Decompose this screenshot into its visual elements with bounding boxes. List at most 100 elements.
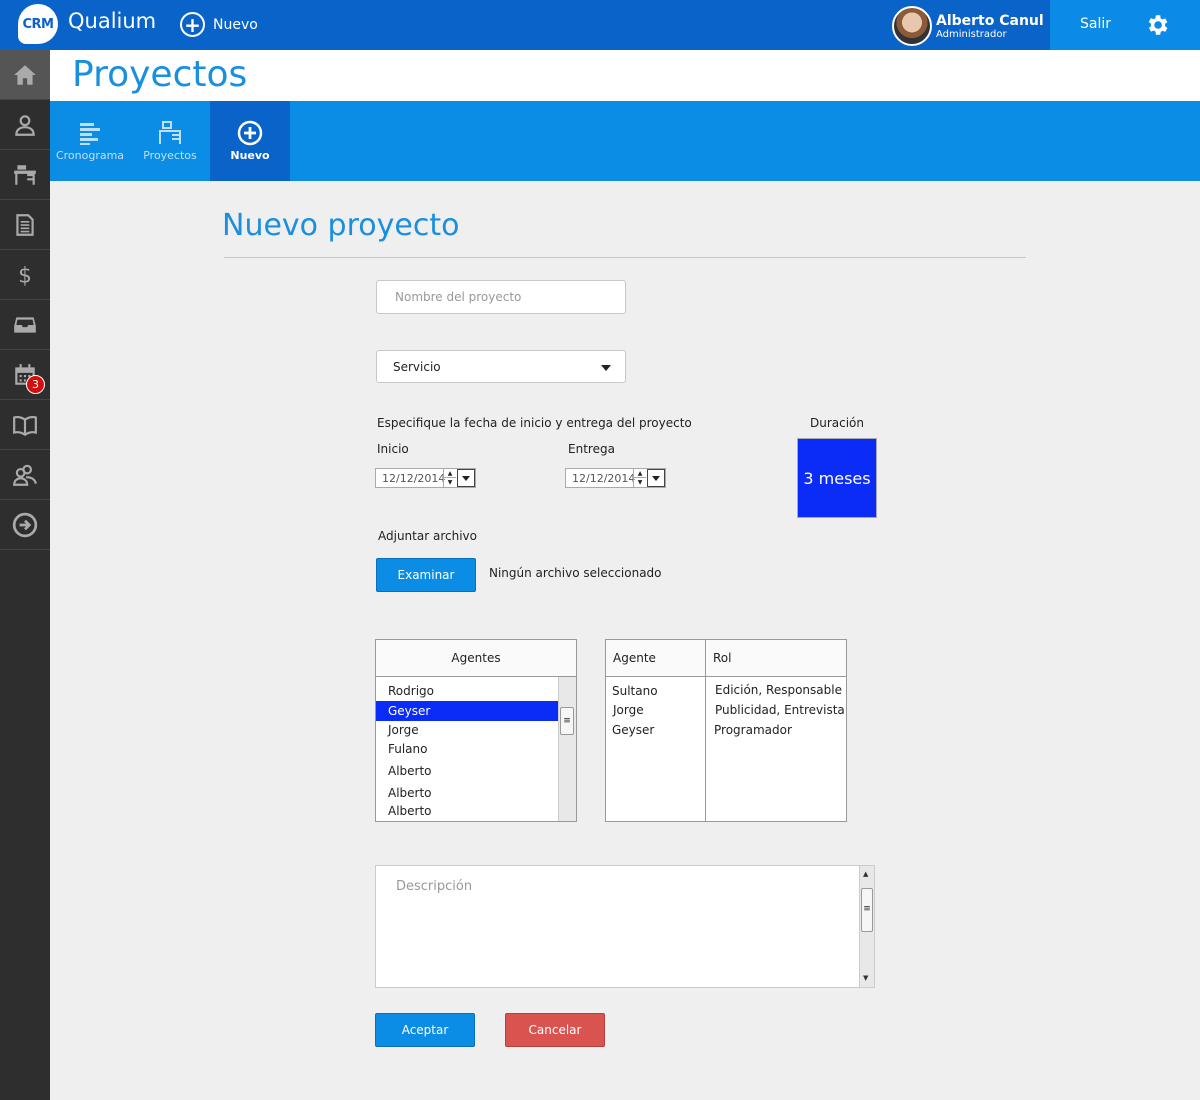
sidebar-item-documents[interactable] (0, 200, 50, 250)
top-new-label: Nuevo (213, 16, 258, 33)
page-header: Proyectos (50, 50, 1200, 101)
scroll-up-icon[interactable]: ▲ (863, 870, 868, 878)
start-date-label: Inicio (377, 442, 409, 456)
description-scrollbar[interactable]: ▲ ≡ ▼ (859, 866, 874, 987)
service-select-value: Servicio (393, 359, 441, 374)
list-item[interactable]: Fulano (376, 739, 558, 759)
sub-navigation: Cronograma Proyectos Nuevo (50, 101, 1200, 181)
attach-label: Adjuntar archivo (378, 529, 477, 543)
logout-area: Salir (1050, 0, 1200, 50)
start-date-spinner[interactable]: ▲ ▼ (443, 469, 456, 487)
logout-button[interactable]: Salir (1080, 16, 1111, 32)
cancel-button[interactable]: Cancelar (505, 1013, 605, 1047)
project-name-input[interactable]: Nombre del proyecto (376, 280, 626, 314)
tab-proyectos-label: Proyectos (143, 149, 197, 162)
sidebar-item-contacts[interactable] (0, 100, 50, 150)
list-item[interactable]: Alberto (376, 803, 558, 819)
spin-up-icon[interactable]: ▲ (444, 469, 456, 478)
sidebar-item-projects[interactable] (0, 150, 50, 200)
agents-listbox[interactable]: Agentes Rodrigo Geyser Jorge Fulano Albe… (375, 639, 577, 822)
start-date-dropdown[interactable] (457, 469, 475, 487)
browse-button[interactable]: Examinar (376, 558, 476, 592)
table-cell: Sultano (612, 684, 658, 698)
duration-label: Duración (809, 416, 864, 430)
arrow-right-circle-icon (12, 512, 38, 537)
spin-up-icon[interactable]: ▲ (634, 469, 646, 478)
app-name: Qualium (68, 9, 157, 33)
list-item-selected[interactable]: Geyser (376, 701, 558, 721)
sidebar-item-logout[interactable] (0, 500, 50, 550)
user-name: Alberto Canul (936, 12, 1044, 29)
end-date-value: 12/12/2014 (572, 471, 636, 485)
top-new-button[interactable]: + Nuevo (180, 12, 258, 37)
agents-header: Agentes (376, 640, 576, 677)
sidebar-item-calendar[interactable]: 3 (0, 350, 50, 400)
tab-nuevo-label: Nuevo (230, 149, 270, 162)
service-select[interactable]: Servicio (376, 350, 626, 383)
team-icon (13, 464, 37, 486)
spin-down-icon[interactable]: ▼ (634, 478, 646, 487)
tab-nuevo[interactable]: Nuevo (210, 101, 290, 181)
duration-value: 3 meses (797, 438, 877, 518)
agent-column-header: Agente (606, 640, 705, 677)
no-file-label: Ningún archivo seleccionado (489, 566, 662, 580)
tab-cronograma-label: Cronograma (55, 149, 125, 162)
dates-label: Especifique la fecha de inicio y entrega… (377, 416, 692, 430)
table-cell: Publicidad, Entrevista (715, 703, 845, 717)
top-bar: CRM Qualium + Nuevo Alberto Canul Admini… (0, 0, 1200, 50)
sidebar-item-inbox[interactable] (0, 300, 50, 350)
start-date-field[interactable]: 12/12/2014 ▲ ▼ (375, 468, 476, 488)
notification-badge: 3 (26, 375, 45, 394)
end-date-field[interactable]: 12/12/2014 ▲ ▼ (565, 468, 666, 488)
scroll-down-icon[interactable]: ▼ (863, 974, 868, 982)
list-item[interactable]: Jorge (376, 721, 558, 739)
sidebar-item-catalog[interactable] (0, 400, 50, 450)
sidebar: $ 3 (0, 50, 50, 1100)
list-item[interactable]: Alberto (376, 759, 558, 782)
assigned-agents-table: Agente Sultano Jorge Geyser Rol Edición,… (605, 639, 847, 822)
user-role: Administrador (936, 28, 1007, 40)
end-date-label: Entrega (568, 442, 615, 456)
role-column: Rol Edición, Responsable Publicidad, Ent… (706, 640, 846, 821)
agents-scrollbar[interactable]: ≡ (558, 677, 576, 821)
chevron-down-icon (601, 365, 611, 371)
plus-circle-icon (237, 120, 263, 146)
crm-logo[interactable]: CRM (18, 4, 58, 44)
end-date-spinner[interactable]: ▲ ▼ (633, 469, 646, 487)
description-placeholder: Descripción (396, 879, 473, 894)
desk-icon (159, 121, 181, 144)
home-icon (14, 64, 36, 85)
accept-button[interactable]: Aceptar (375, 1013, 475, 1047)
sidebar-item-finance[interactable]: $ (0, 250, 50, 300)
table-cell: Geyser (612, 723, 655, 737)
page-title: Proyectos (72, 54, 248, 95)
list-item[interactable]: Rodrigo (376, 681, 558, 701)
agent-column: Agente Sultano Jorge Geyser (606, 640, 706, 821)
scrollbar-thumb[interactable]: ≡ (560, 707, 574, 735)
tab-cronograma[interactable]: Cronograma (50, 101, 130, 181)
sidebar-item-home[interactable] (0, 50, 50, 100)
gantt-icon (80, 123, 100, 145)
table-cell: Edición, Responsable (715, 683, 842, 697)
sidebar-item-team[interactable] (0, 450, 50, 500)
user-profile[interactable]: Alberto Canul Administrador (892, 6, 1044, 46)
gear-icon[interactable] (1144, 12, 1170, 38)
form-title: Nuevo proyecto (222, 208, 460, 243)
start-date-value: 12/12/2014 (382, 471, 446, 485)
scrollbar-thumb[interactable]: ≡ (861, 888, 873, 932)
avatar (892, 6, 932, 46)
spin-down-icon[interactable]: ▼ (444, 478, 456, 487)
table-cell: Programador (714, 723, 792, 737)
table-cell: Jorge (613, 703, 644, 717)
tab-proyectos[interactable]: Proyectos (130, 101, 210, 181)
desk-icon (14, 164, 36, 185)
agents-list: Rodrigo Geyser Jorge Fulano Alberto Albe… (376, 677, 558, 819)
description-textarea[interactable]: Descripción ▲ ≡ ▼ (375, 865, 875, 988)
svg-text:$: $ (18, 263, 32, 287)
end-date-dropdown[interactable] (647, 469, 665, 487)
book-icon (13, 415, 37, 436)
list-item[interactable]: Alberto (376, 782, 558, 803)
dollar-icon: $ (18, 263, 32, 287)
logo-text: CRM (22, 16, 55, 32)
divider (224, 257, 1026, 258)
